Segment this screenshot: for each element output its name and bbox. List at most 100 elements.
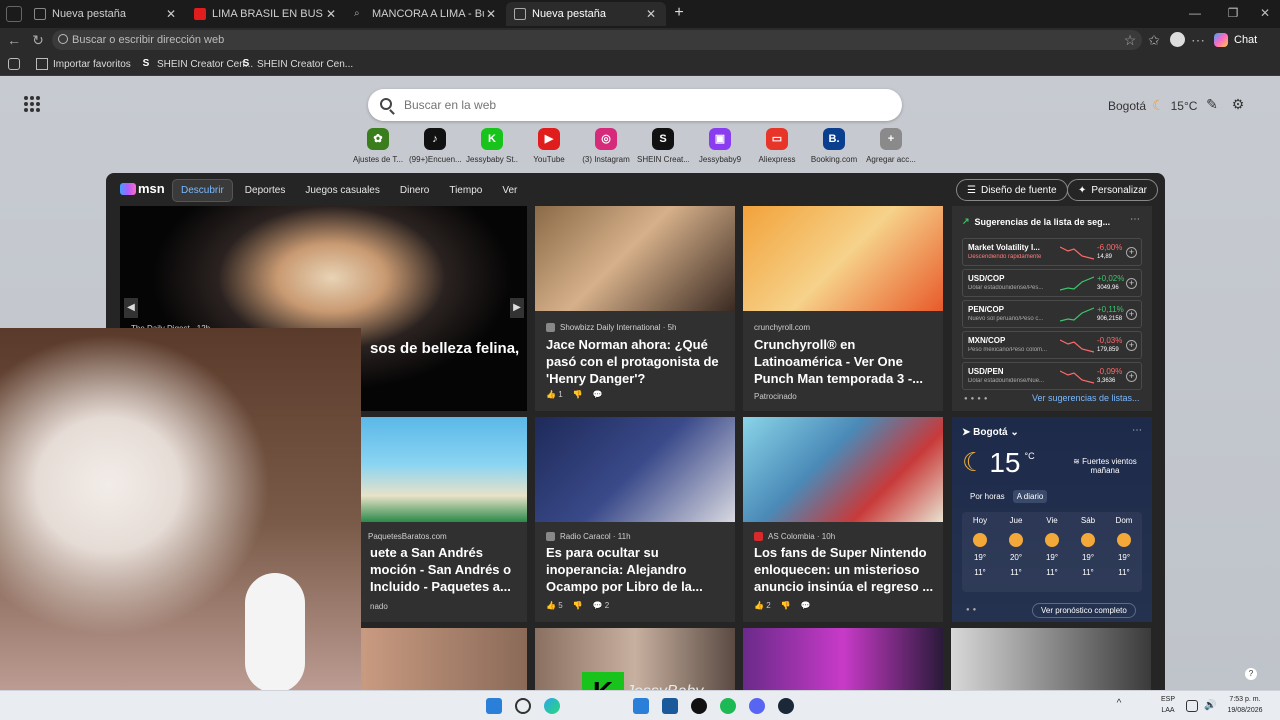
pager-dots[interactable]: ●● bbox=[966, 607, 979, 613]
windows-start-icon[interactable] bbox=[486, 698, 502, 714]
msn-tab-dinero[interactable]: Dinero bbox=[392, 180, 437, 201]
shortcut-tiktok[interactable]: ♪ (99+)Encuen... bbox=[409, 128, 461, 164]
msn-tab-tiempo[interactable]: Tiempo bbox=[441, 180, 490, 201]
help-icon[interactable]: ? bbox=[1245, 668, 1257, 680]
steam-icon[interactable] bbox=[778, 698, 794, 714]
comment-icon[interactable]: 💬 2 bbox=[593, 601, 610, 610]
add-to-watchlist-icon[interactable]: + bbox=[1126, 340, 1137, 351]
dislike-icon[interactable]: 👎 bbox=[573, 390, 583, 399]
shortcut-kick[interactable]: K Jessybaby St... bbox=[466, 128, 518, 164]
close-icon[interactable]: ✕ bbox=[164, 7, 178, 21]
forecast-day[interactable]: Sáb 19° 11° bbox=[1070, 516, 1106, 577]
keyboard-layout[interactable]: LAA bbox=[1158, 707, 1178, 714]
msn-tab-ver[interactable]: Ver bbox=[494, 180, 525, 201]
news-card[interactable]: Showbizz Daily International · 5h Jace N… bbox=[535, 206, 735, 411]
more-watchlists-link[interactable]: Ver sugerencias de listas... bbox=[1032, 393, 1140, 403]
dislike-icon[interactable]: 👎 bbox=[573, 601, 583, 610]
ad-card[interactable]: crunchyroll.com Crunchyroll® en Latinoam… bbox=[743, 206, 943, 411]
language-indicator[interactable]: ESP bbox=[1158, 696, 1178, 703]
weather-location[interactable]: ➤ Bogotá ⌄ bbox=[962, 427, 1019, 438]
personalize-button[interactable]: ✦ Personalizar bbox=[1067, 179, 1158, 201]
stock-row[interactable]: Market Volatility I... Descendiendo rápid… bbox=[962, 238, 1142, 266]
close-window-icon[interactable]: ✕ bbox=[1250, 4, 1280, 22]
discord-icon[interactable] bbox=[749, 698, 765, 714]
shortcut-shein[interactable]: S SHEIN Creat... bbox=[637, 128, 689, 164]
close-icon[interactable]: ✕ bbox=[484, 7, 498, 21]
comment-icon[interactable]: 💬 bbox=[593, 390, 603, 399]
shortcut-twitch[interactable]: ▣ Jessybaby9 bbox=[694, 128, 746, 164]
forecast-day[interactable]: Hoy 19° 11° bbox=[962, 516, 998, 577]
wifi-icon[interactable] bbox=[1186, 700, 1198, 712]
tab-hourly[interactable]: Por horas bbox=[966, 490, 1009, 503]
shortcut-aliexpress[interactable]: ▭ Aliexpress bbox=[751, 128, 803, 164]
more-options-icon[interactable]: ⋯ bbox=[1130, 214, 1140, 225]
like-icon[interactable]: 👍 1 bbox=[546, 390, 563, 399]
tab-2[interactable]: LIMA BRASIL EN BUS - YouTube ✕ bbox=[186, 2, 346, 26]
forecast-day[interactable]: Jue 20° 11° bbox=[998, 516, 1034, 577]
shortcut-add[interactable]: + Agregar acc... bbox=[865, 128, 917, 164]
full-forecast-link[interactable]: Ver pronóstico completo bbox=[1032, 603, 1136, 618]
news-card[interactable]: AS Colombia · 10h Los fans de Super Nint… bbox=[743, 417, 943, 622]
more-menu-icon[interactable]: ⋯ bbox=[1190, 32, 1206, 48]
carousel-next-icon[interactable]: ▶ bbox=[510, 298, 524, 318]
weather-widget-top[interactable]: Bogotá ☾ 15°C bbox=[1108, 97, 1197, 114]
back-icon[interactable]: ← bbox=[6, 32, 22, 48]
msn-tab-deportes[interactable]: Deportes bbox=[237, 180, 294, 201]
add-to-watchlist-icon[interactable]: + bbox=[1126, 371, 1137, 382]
more-options-icon[interactable]: ⋯ bbox=[1132, 425, 1142, 436]
news-card[interactable] bbox=[535, 628, 735, 690]
web-search-input[interactable] bbox=[404, 89, 884, 121]
msn-logo[interactable]: msn bbox=[120, 181, 165, 196]
outlook-icon[interactable] bbox=[633, 698, 649, 714]
gear-icon[interactable]: ⚙ bbox=[1230, 96, 1246, 112]
edit-icon[interactable]: ✎ bbox=[1204, 96, 1220, 112]
spotify-icon[interactable] bbox=[720, 698, 736, 714]
favorite-shein-1[interactable]: S SHEIN Creator Cen... bbox=[140, 56, 254, 72]
like-icon[interactable]: 👍 5 bbox=[546, 601, 563, 610]
profile-avatar[interactable] bbox=[1170, 32, 1185, 47]
address-input[interactable]: Buscar o escribir dirección web bbox=[52, 30, 1142, 50]
forecast-day[interactable]: Dom 19° 11° bbox=[1106, 516, 1142, 577]
clock-time[interactable]: 7:53 p. m. bbox=[1222, 696, 1268, 703]
maximize-icon[interactable]: ❐ bbox=[1218, 4, 1248, 22]
store-icon[interactable] bbox=[662, 698, 678, 714]
app-icon[interactable] bbox=[691, 698, 707, 714]
search-icon[interactable] bbox=[515, 698, 531, 714]
add-to-watchlist-icon[interactable]: + bbox=[1126, 247, 1137, 258]
comment-icon[interactable]: 💬 bbox=[801, 601, 811, 610]
weather-condition[interactable]: ≋ Fuertes vientos mañana bbox=[1070, 457, 1140, 475]
web-search-box[interactable] bbox=[368, 89, 902, 121]
dislike-icon[interactable]: 👎 bbox=[781, 601, 791, 610]
msn-tab-descubrir[interactable]: Descubrir bbox=[172, 178, 233, 202]
shortcut-instagram[interactable]: ◎ (3) Instagram bbox=[580, 128, 632, 164]
shortcut-ajustes[interactable]: ✿ Ajustes de T... bbox=[352, 128, 404, 164]
msn-tab-juegos[interactable]: Juegos casuales bbox=[297, 180, 388, 201]
volume-icon[interactable]: 🔊 bbox=[1204, 700, 1216, 712]
news-card[interactable] bbox=[743, 628, 943, 690]
shortcut-booking[interactable]: B. Booking.com bbox=[808, 128, 860, 164]
minimize-icon[interactable]: — bbox=[1180, 4, 1210, 22]
tab-daily[interactable]: A diario bbox=[1012, 490, 1048, 503]
shortcut-youtube[interactable]: ▶ YouTube bbox=[523, 128, 575, 164]
stock-row[interactable]: USD/COP Dólar estadounidense/Pes... +0,02%… bbox=[962, 269, 1142, 297]
close-icon[interactable]: ✕ bbox=[324, 7, 338, 21]
favorite-star-icon[interactable]: ☆ bbox=[1122, 32, 1138, 48]
tray-chevron-icon[interactable]: ^ bbox=[1114, 698, 1124, 714]
feed-design-button[interactable]: ☰ Diseño de fuente bbox=[956, 179, 1068, 201]
clock-date[interactable]: 19/08/2026 bbox=[1222, 707, 1268, 714]
workspaces-icon[interactable] bbox=[6, 6, 22, 22]
refresh-icon[interactable]: ↻ bbox=[30, 32, 46, 48]
favorites-toggle-icon[interactable] bbox=[8, 56, 20, 72]
apps-launcher-icon[interactable] bbox=[24, 96, 40, 112]
like-icon[interactable]: 👍 2 bbox=[754, 601, 771, 610]
new-tab-button[interactable]: + bbox=[670, 4, 688, 22]
add-to-watchlist-icon[interactable]: + bbox=[1126, 278, 1137, 289]
carousel-prev-icon[interactable]: ◀ bbox=[124, 298, 138, 318]
favorite-shein-2[interactable]: S SHEIN Creator Cen... bbox=[240, 56, 354, 72]
tab-4-active[interactable]: Nueva pestaña ✕ bbox=[506, 2, 666, 26]
forecast-day[interactable]: Vie 19° 11° bbox=[1034, 516, 1070, 577]
add-to-watchlist-icon[interactable]: + bbox=[1126, 309, 1137, 320]
news-card[interactable] bbox=[951, 628, 1151, 690]
collections-icon[interactable]: ✩ bbox=[1146, 32, 1162, 48]
stock-row[interactable]: USD/PEN Dólar estadounidense/Nue... -0,09%… bbox=[962, 362, 1142, 390]
